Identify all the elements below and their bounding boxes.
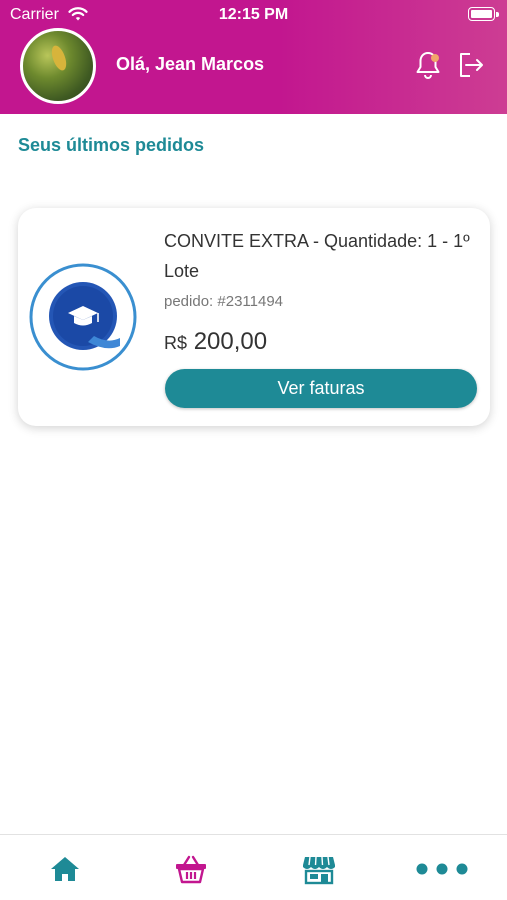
- section-title: Seus últimos pedidos: [18, 135, 205, 155]
- battery-icon: [468, 7, 499, 21]
- view-invoices-button[interactable]: Ver faturas: [165, 369, 477, 408]
- order-card[interactable]: CONVITE EXTRA - Quantidade: 1 - 1º Lote …: [18, 208, 490, 426]
- graduation-logo-icon: [29, 263, 137, 371]
- app-header: Carrier 12:15 PM Olá, Jean Marcos: [0, 0, 507, 114]
- home-icon[interactable]: [47, 853, 83, 885]
- bell-icon[interactable]: [414, 50, 442, 80]
- status-time: 12:15 PM: [218, 6, 289, 23]
- more-icon[interactable]: [412, 853, 472, 885]
- price-amount: 200,00: [193, 328, 268, 355]
- tab-bar: [0, 834, 507, 900]
- product-name: CONVITE EXTRA - Quantidade: 1 - 1º Lote: [164, 231, 470, 281]
- logout-icon[interactable]: [456, 50, 486, 80]
- basket-icon[interactable]: [173, 853, 209, 885]
- greeting-text: Olá, Jean Marcos: [116, 54, 265, 74]
- store-icon[interactable]: [301, 853, 337, 885]
- order-price: R$ 200,00: [164, 328, 267, 356]
- avatar[interactable]: [20, 28, 96, 104]
- status-bar: Carrier 12:15 PM: [0, 0, 507, 30]
- currency-symbol: R$: [164, 333, 188, 353]
- order-number: pedido: #2311494: [164, 293, 284, 310]
